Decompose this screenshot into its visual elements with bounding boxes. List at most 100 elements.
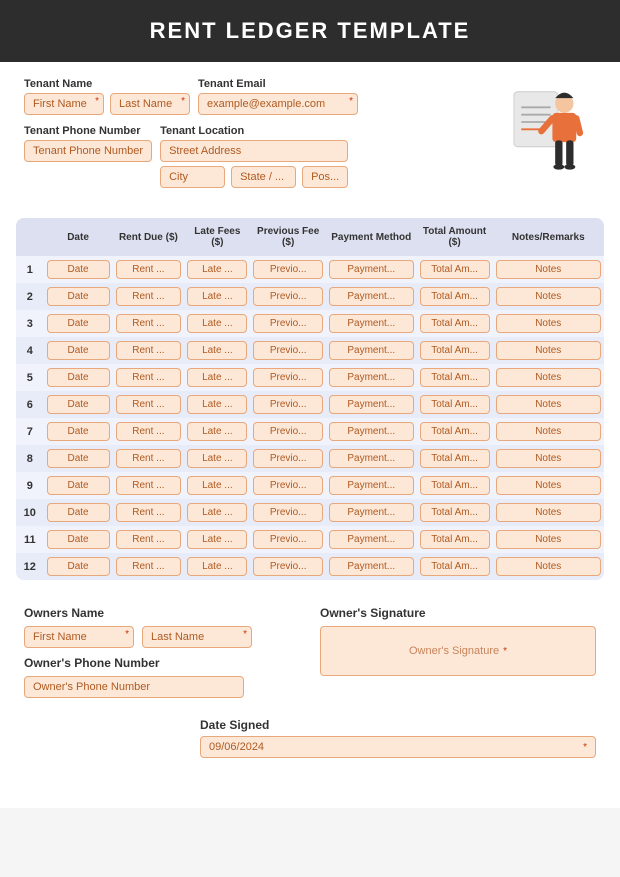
late-input-8[interactable]: Late ...	[187, 476, 247, 495]
late-input-2[interactable]: Late ...	[187, 314, 247, 333]
prev-cell-1: Previo...	[250, 283, 325, 310]
late-input-3[interactable]: Late ...	[187, 341, 247, 360]
prev-input-3[interactable]: Previo...	[253, 341, 322, 360]
tenant-email-input[interactable]: example@example.com *	[198, 93, 358, 115]
date-input-6[interactable]: Date	[47, 422, 110, 441]
rent-input-9[interactable]: Rent ...	[116, 503, 182, 522]
notes-input-5[interactable]: Notes	[496, 395, 602, 414]
tenant-first-name-input[interactable]: First Name *	[24, 93, 104, 115]
prev-input-10[interactable]: Previo...	[253, 530, 322, 549]
notes-input-6[interactable]: Notes	[496, 422, 602, 441]
notes-input-9[interactable]: Notes	[496, 503, 602, 522]
owner-phone-input[interactable]: Owner's Phone Number	[24, 676, 244, 698]
rent-input-11[interactable]: Rent ...	[116, 557, 182, 576]
notes-input-2[interactable]: Notes	[496, 314, 602, 333]
owner-last-name-input[interactable]: Last Name *	[142, 626, 252, 648]
notes-input-0[interactable]: Notes	[496, 260, 602, 279]
date-input-3[interactable]: Date	[47, 341, 110, 360]
prev-input-4[interactable]: Previo...	[253, 368, 322, 387]
street-input[interactable]: Street Address	[160, 140, 348, 162]
pay-input-8[interactable]: Payment...	[329, 476, 414, 495]
rent-input-2[interactable]: Rent ...	[116, 314, 182, 333]
pay-input-0[interactable]: Payment...	[329, 260, 414, 279]
prev-input-11[interactable]: Previo...	[253, 557, 322, 576]
late-input-9[interactable]: Late ...	[187, 503, 247, 522]
late-input-11[interactable]: Late ...	[187, 557, 247, 576]
prev-input-9[interactable]: Previo...	[253, 503, 322, 522]
pay-input-9[interactable]: Payment...	[329, 503, 414, 522]
date-input-10[interactable]: Date	[47, 530, 110, 549]
late-input-4[interactable]: Late ...	[187, 368, 247, 387]
date-input-5[interactable]: Date	[47, 395, 110, 414]
date-input-8[interactable]: Date	[47, 476, 110, 495]
prev-input-5[interactable]: Previo...	[253, 395, 322, 414]
pay-input-6[interactable]: Payment...	[329, 422, 414, 441]
date-input-11[interactable]: Date	[47, 557, 110, 576]
state-input[interactable]: State / ...	[231, 166, 296, 188]
pay-input-7[interactable]: Payment...	[329, 449, 414, 468]
total-input-7[interactable]: Total Am...	[420, 449, 490, 468]
prev-input-2[interactable]: Previo...	[253, 314, 322, 333]
owner-signature-input[interactable]: Owner's Signature *	[320, 626, 596, 676]
rent-input-1[interactable]: Rent ...	[116, 287, 182, 306]
late-input-10[interactable]: Late ...	[187, 530, 247, 549]
rent-input-4[interactable]: Rent ...	[116, 368, 182, 387]
prev-input-0[interactable]: Previo...	[253, 260, 322, 279]
total-input-4[interactable]: Total Am...	[420, 368, 490, 387]
notes-input-3[interactable]: Notes	[496, 341, 602, 360]
owner-first-name-input[interactable]: First Name *	[24, 626, 134, 648]
late-input-5[interactable]: Late ...	[187, 395, 247, 414]
postal-input[interactable]: Pos...	[302, 166, 348, 188]
date-input-2[interactable]: Date	[47, 314, 110, 333]
pay-input-10[interactable]: Payment...	[329, 530, 414, 549]
date-input-7[interactable]: Date	[47, 449, 110, 468]
notes-input-4[interactable]: Notes	[496, 368, 602, 387]
late-input-1[interactable]: Late ...	[187, 287, 247, 306]
rent-input-6[interactable]: Rent ...	[116, 422, 182, 441]
date-input-1[interactable]: Date	[47, 287, 110, 306]
prev-input-1[interactable]: Previo...	[253, 287, 322, 306]
notes-input-7[interactable]: Notes	[496, 449, 602, 468]
table-header-row: Date Rent Due ($) Late Fees ($) Previous…	[16, 218, 604, 256]
pay-input-2[interactable]: Payment...	[329, 314, 414, 333]
late-input-0[interactable]: Late ...	[187, 260, 247, 279]
date-input-0[interactable]: Date	[47, 260, 110, 279]
total-input-8[interactable]: Total Am...	[420, 476, 490, 495]
rent-input-7[interactable]: Rent ...	[116, 449, 182, 468]
date-input-4[interactable]: Date	[47, 368, 110, 387]
table-row: 2 Date Rent ... Late ... Previo... Payme…	[16, 283, 604, 310]
total-input-10[interactable]: Total Am...	[420, 530, 490, 549]
pay-input-11[interactable]: Payment...	[329, 557, 414, 576]
late-input-6[interactable]: Late ...	[187, 422, 247, 441]
total-input-9[interactable]: Total Am...	[420, 503, 490, 522]
tenant-phone-input[interactable]: Tenant Phone Number	[24, 140, 152, 162]
pay-input-1[interactable]: Payment...	[329, 287, 414, 306]
prev-input-8[interactable]: Previo...	[253, 476, 322, 495]
rent-input-5[interactable]: Rent ...	[116, 395, 182, 414]
late-input-7[interactable]: Late ...	[187, 449, 247, 468]
prev-input-7[interactable]: Previo...	[253, 449, 322, 468]
date-input-9[interactable]: Date	[47, 503, 110, 522]
notes-input-1[interactable]: Notes	[496, 287, 602, 306]
prev-input-6[interactable]: Previo...	[253, 422, 322, 441]
pay-input-3[interactable]: Payment...	[329, 341, 414, 360]
total-input-1[interactable]: Total Am...	[420, 287, 490, 306]
pay-input-5[interactable]: Payment...	[329, 395, 414, 414]
rent-input-8[interactable]: Rent ...	[116, 476, 182, 495]
total-input-0[interactable]: Total Am...	[420, 260, 490, 279]
total-input-6[interactable]: Total Am...	[420, 422, 490, 441]
total-input-11[interactable]: Total Am...	[420, 557, 490, 576]
total-input-5[interactable]: Total Am...	[420, 395, 490, 414]
notes-input-8[interactable]: Notes	[496, 476, 602, 495]
pay-input-4[interactable]: Payment...	[329, 368, 414, 387]
rent-input-3[interactable]: Rent ...	[116, 341, 182, 360]
total-input-3[interactable]: Total Am...	[420, 341, 490, 360]
total-input-2[interactable]: Total Am...	[420, 314, 490, 333]
notes-input-10[interactable]: Notes	[496, 530, 602, 549]
tenant-last-name-input[interactable]: Last Name *	[110, 93, 190, 115]
city-input[interactable]: City	[160, 166, 225, 188]
rent-input-0[interactable]: Rent ...	[116, 260, 182, 279]
notes-input-11[interactable]: Notes	[496, 557, 602, 576]
rent-input-10[interactable]: Rent ...	[116, 530, 182, 549]
date-signed-input[interactable]: 09/06/2024 *	[200, 736, 596, 758]
